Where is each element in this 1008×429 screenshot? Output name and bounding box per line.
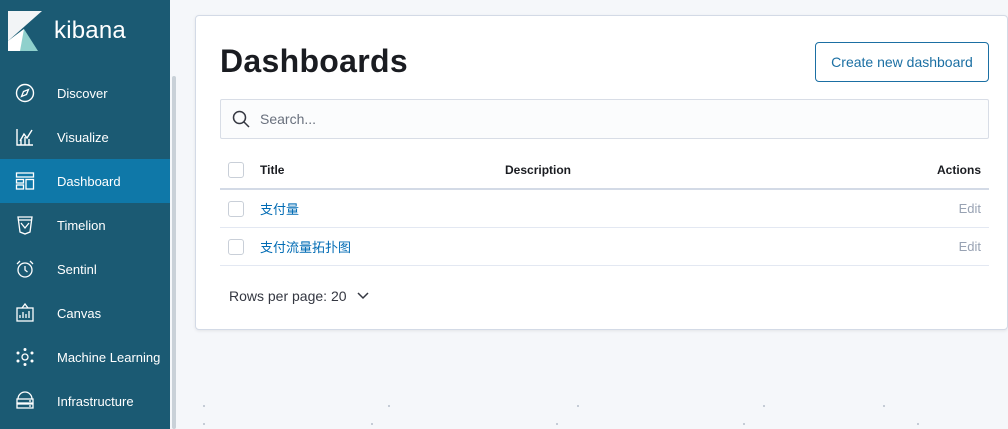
search-input[interactable] (260, 111, 960, 127)
background-dot (743, 423, 745, 425)
sidebar-item-label: Discover (57, 85, 108, 101)
sidebar-item-sentinl[interactable]: Sentinl (0, 247, 170, 291)
row-checkbox[interactable] (228, 200, 244, 217)
search-icon (232, 110, 250, 128)
table-row: 支付流量拓扑图 Edit (220, 228, 989, 266)
background-dot (577, 405, 579, 407)
select-all-checkbox[interactable] (228, 162, 244, 178)
dashboard-icon (14, 170, 36, 192)
brand-name: kibana (54, 17, 126, 44)
background-dot (371, 423, 373, 425)
timelion-icon (14, 214, 36, 236)
brand[interactable]: kibana (0, 0, 170, 62)
background-dot (203, 423, 205, 425)
compass-icon (14, 82, 36, 104)
search-bar[interactable] (220, 99, 989, 139)
sidebar-item-label: Dashboard (57, 173, 121, 189)
table-header: Title Description Actions (220, 152, 989, 190)
sidebar-item-discover[interactable]: Discover (0, 71, 170, 115)
infrastructure-icon (14, 390, 36, 412)
chevron-down-icon (357, 292, 369, 300)
title-column-header[interactable]: Title (260, 163, 284, 177)
dashboards-panel: Dashboards Create new dashboard Title De… (195, 15, 1008, 330)
background-dot (556, 423, 558, 425)
sidebar-item-label: Canvas (57, 305, 102, 321)
description-column-header: Description (505, 163, 572, 177)
sidebar-item-visualize[interactable]: Visualize (0, 115, 170, 159)
dashboard-title-link[interactable]: 支付量 (260, 199, 299, 218)
ml-icon (14, 346, 36, 368)
row-checkbox[interactable] (228, 238, 244, 255)
background-dot (388, 405, 390, 407)
canvas-icon (14, 302, 36, 324)
background-dot (763, 405, 765, 407)
sidebar-item-infrastructure[interactable]: Infrastructure (0, 379, 170, 423)
sidebar-item-dashboard[interactable]: Dashboard (0, 159, 170, 203)
sidebar-item-canvas[interactable]: Canvas (0, 291, 170, 335)
sidebar-nav: Discover Visualize Dashboard Timelion Se… (0, 71, 170, 423)
chart-icon (14, 126, 36, 148)
sidebar-item-label: Visualize (57, 129, 109, 145)
sidebar-item-machine-learning[interactable]: Machine Learning (0, 335, 170, 379)
sidebar-item-label: Timelion (57, 217, 106, 233)
create-dashboard-button[interactable]: Create new dashboard (815, 42, 989, 82)
sidebar-item-timelion[interactable]: Timelion (0, 203, 170, 247)
kibana-logo-icon (8, 11, 42, 51)
actions-column-header: Actions (936, 163, 981, 177)
dashboards-table: Title Description Actions 支付量 Edit 支付流量拓… (220, 152, 989, 266)
sidebar-item-label: Sentinl (57, 261, 97, 277)
page-title: Dashboards (220, 43, 408, 79)
dashboard-title-link[interactable]: 支付流量拓扑图 (260, 237, 351, 256)
sidebar-item-label: Machine Learning (57, 349, 161, 365)
edit-link[interactable]: Edit (959, 239, 981, 254)
table-row: 支付量 Edit (220, 190, 989, 228)
alarm-clock-icon (14, 258, 36, 280)
rows-per-page-label: Rows per page: 20 (229, 288, 347, 304)
rows-per-page-selector[interactable]: Rows per page: 20 (229, 288, 369, 304)
sidebar-scrollbar[interactable] (172, 76, 176, 429)
sidebar: kibana Discover Visualize Dashboard Time… (0, 0, 178, 429)
background-dot (917, 423, 919, 425)
sidebar-item-label: Infrastructure (57, 393, 134, 409)
edit-link[interactable]: Edit (959, 201, 981, 216)
background-dot (883, 405, 885, 407)
background-dot (203, 405, 205, 407)
